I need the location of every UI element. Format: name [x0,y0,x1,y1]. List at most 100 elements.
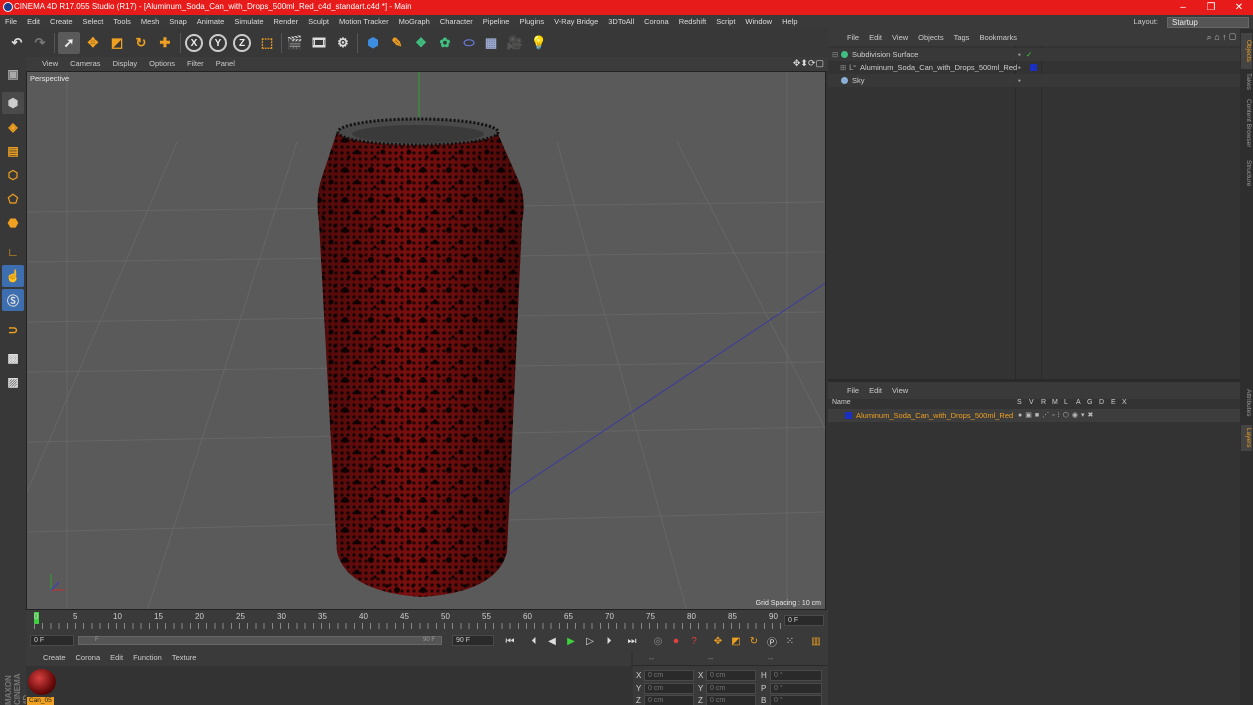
viewport-menu-display[interactable]: Display [107,57,144,71]
scale-icon[interactable]: ◩ [106,32,128,54]
menu-window[interactable]: Window [740,15,777,29]
timeline-ruler[interactable]: 0 5 10 15 20 25 30 35 40 45 50 55 60 65 … [26,610,828,632]
om-menu-bookmarks[interactable]: Bookmarks [974,29,1022,46]
viewport-menu-filter[interactable]: Filter [181,57,210,71]
om-menu-objects[interactable]: Objects [913,29,948,46]
menu-help[interactable]: Help [777,15,802,29]
layer-row[interactable]: Aluminum_Soda_Can_with_Drops_500ml_Red ●… [828,409,1240,422]
viewport-nav-icons[interactable]: ✥⬍⟳▢ [793,58,824,69]
close-button[interactable]: ✕ [1225,0,1253,15]
menu-render[interactable]: Render [269,15,304,29]
viewport-menu-panel[interactable]: Panel [210,57,241,71]
expand-icon[interactable]: ⊞ [840,61,846,74]
workplane-mode-icon[interactable]: ▤ [2,140,24,162]
perspective-viewport[interactable]: Perspective Grid Spacing : 10 cm [26,71,826,610]
start-frame-field[interactable]: 0 F [30,635,74,646]
menu-tools[interactable]: Tools [108,15,136,29]
light-icon[interactable]: 💡 [528,32,550,54]
render-settings-icon[interactable]: ⚙ [332,32,354,54]
menu-sculpt[interactable]: Sculpt [303,15,334,29]
position-y-field[interactable]: 0 cm [644,683,694,694]
tab-takes[interactable]: Takes [1241,71,1252,91]
om-menu-tags[interactable]: Tags [949,29,975,46]
material-menu-edit[interactable]: Edit [105,650,128,666]
layer-color-icon[interactable] [845,412,852,419]
viewport-menu-view[interactable]: View [36,57,64,71]
rotate-icon[interactable]: ↻ [130,32,152,54]
menu-file[interactable]: File [0,15,22,29]
material-tag-icon[interactable] [1030,64,1037,71]
redo-icon[interactable]: ↷ [29,32,51,54]
select-arrow-icon[interactable]: ➚ [58,32,80,54]
deformer-icon[interactable]: ⬭ [458,32,480,54]
om-search-icon[interactable]: ⌕ ⌂ ↑ ▢ [1207,32,1236,43]
render-view-icon[interactable]: 🎬 [284,32,306,54]
size-x-field[interactable]: 0 cm [706,670,756,681]
viewport-menu-cameras[interactable]: Cameras [64,57,106,71]
rotation-h-field[interactable]: 0 ° [770,670,822,681]
menu-character[interactable]: Character [435,15,478,29]
tab-structure[interactable]: Structure [1241,155,1252,191]
material-swatch[interactable] [28,669,56,695]
visibility-dots-icon[interactable]: ▪ [1018,61,1021,74]
key-position-icon[interactable]: ✥ [710,633,726,649]
auto-keying-icon[interactable]: ⏺ [668,633,684,649]
menu-snap[interactable]: Snap [164,15,192,29]
menu-corona[interactable]: Corona [639,15,674,29]
menu-pipeline[interactable]: Pipeline [478,15,515,29]
lm-menu-file[interactable]: File [842,382,864,399]
om-menu-file[interactable]: File [842,29,864,46]
record-keys-icon[interactable]: ◎ [650,633,666,649]
axis-mode-icon[interactable]: ∟ [2,241,24,263]
make-editable-icon[interactable]: ▣ [2,63,24,85]
minimize-button[interactable]: – [1169,0,1197,15]
object-row-can[interactable]: ⊞ Ⅼ° Aluminum_Soda_Can_with_Drops_500ml_… [828,61,1240,74]
menu-edit[interactable]: Edit [22,15,45,29]
polygons-mode-icon[interactable]: ⬣ [2,212,24,234]
camera-icon[interactable]: 🎥 [504,32,526,54]
timeline-window-icon[interactable]: ▥ [808,633,824,649]
lm-menu-edit[interactable]: Edit [864,382,887,399]
undo-icon[interactable]: ↶ [6,32,28,54]
array-mograph-icon[interactable]: ✿ [434,32,456,54]
subdivision-surface-icon[interactable]: ❖ [410,32,432,54]
cube-primitive-icon[interactable]: ⬢ [362,32,384,54]
menu-script[interactable]: Script [711,15,740,29]
rotation-p-field[interactable]: 0 ° [770,683,822,694]
menu-create[interactable]: Create [45,15,78,29]
tab-attributes[interactable]: Attributes [1241,383,1252,423]
tweak-mode-icon[interactable]: ☝ [2,265,24,287]
next-frame-icon[interactable]: ▷ [582,633,598,649]
position-z-field[interactable]: 0 cm [644,695,694,705]
points-mode-icon[interactable]: ⬡ [2,164,24,186]
material-menu-texture[interactable]: Texture [167,650,202,666]
x-axis-lock-button[interactable]: X [185,34,203,52]
tab-objects[interactable]: Objects [1241,33,1252,69]
go-to-end-icon[interactable]: ⏭ [624,633,640,649]
locked-workplane-icon[interactable]: ▨ [2,371,24,393]
object-name[interactable]: Aluminum_Soda_Can_with_Drops_500ml_Red [860,61,1017,74]
magnet-icon[interactable]: ⊃ [2,319,24,341]
enabled-check-icon[interactable]: ✓ [1026,48,1032,61]
restore-button[interactable]: ❐ [1197,0,1225,15]
menu-redshift[interactable]: Redshift [674,15,712,29]
snapping-icon[interactable]: Ⓢ [2,289,24,311]
menu-vray-bridge[interactable]: V-Ray Bridge [549,15,603,29]
keyframe-selection-icon[interactable]: ? [686,633,702,649]
menu-mograph[interactable]: MoGraph [394,15,435,29]
visibility-dots-icon[interactable]: ▪ [1018,48,1021,61]
object-name[interactable]: Subdivision Surface [852,48,918,61]
floor-icon[interactable]: ▦ [480,32,502,54]
material-menu-create[interactable]: Create [38,650,71,666]
expand-icon[interactable]: ⊟ [832,48,838,61]
layer-flag-icons[interactable]: ●▣■⋰▫⁝⬡◉▾✖ [1018,409,1096,422]
key-rotation-icon[interactable]: ↻ [746,633,762,649]
tab-layers[interactable]: Layers [1241,425,1252,451]
workplane-grid-icon[interactable]: ▩ [2,347,24,369]
material-name-label[interactable]: Can_05 [27,697,54,705]
object-row-sky[interactable]: Sky ▪ [828,74,1240,87]
position-x-field[interactable]: 0 cm [644,670,694,681]
visibility-dots-icon[interactable]: ▪ [1018,74,1021,87]
menu-select[interactable]: Select [78,15,109,29]
current-frame-field[interactable]: 0 F [784,615,824,626]
